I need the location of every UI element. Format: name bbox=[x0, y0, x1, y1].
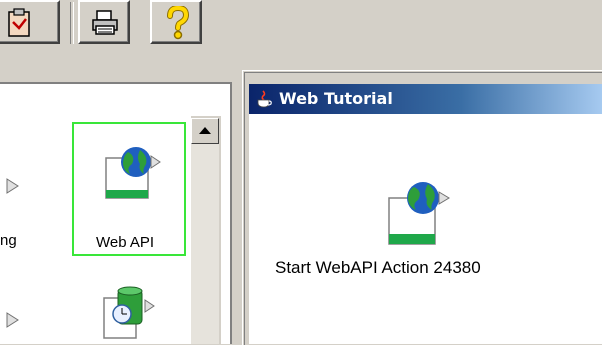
toolbar bbox=[0, 0, 602, 60]
print-button[interactable] bbox=[78, 0, 130, 44]
palette-item-label: ng bbox=[0, 232, 17, 249]
play-arrow-icon bbox=[6, 178, 20, 194]
scroll-up-button[interactable] bbox=[191, 118, 219, 144]
palette-divider bbox=[230, 84, 232, 344]
help-button[interactable] bbox=[150, 0, 202, 44]
palette-item[interactable]: ng bbox=[0, 174, 60, 254]
canvas-area[interactable] bbox=[249, 114, 602, 344]
palette-item[interactable] bbox=[100, 282, 180, 344]
window-titlebar[interactable]: Web Tutorial bbox=[249, 84, 602, 114]
palette-scrollbar[interactable] bbox=[190, 116, 221, 344]
printer-icon bbox=[90, 10, 120, 36]
clipboard-button[interactable] bbox=[0, 0, 60, 44]
play-arrow-icon bbox=[6, 312, 20, 328]
selection-highlight bbox=[72, 122, 186, 256]
java-cup-icon bbox=[255, 90, 273, 108]
scroll-track[interactable] bbox=[191, 144, 219, 344]
help-question-icon bbox=[166, 6, 190, 40]
toolbar-separator bbox=[70, 2, 74, 44]
web-action-icon bbox=[387, 176, 457, 246]
node-label: Start WebAPI Action 24380 bbox=[275, 258, 481, 277]
database-clock-icon bbox=[102, 284, 162, 344]
window-title: Web Tutorial bbox=[279, 89, 393, 108]
palette-item[interactable] bbox=[0, 304, 40, 344]
clipboard-icon bbox=[6, 8, 34, 38]
workflow-node[interactable] bbox=[387, 176, 457, 246]
